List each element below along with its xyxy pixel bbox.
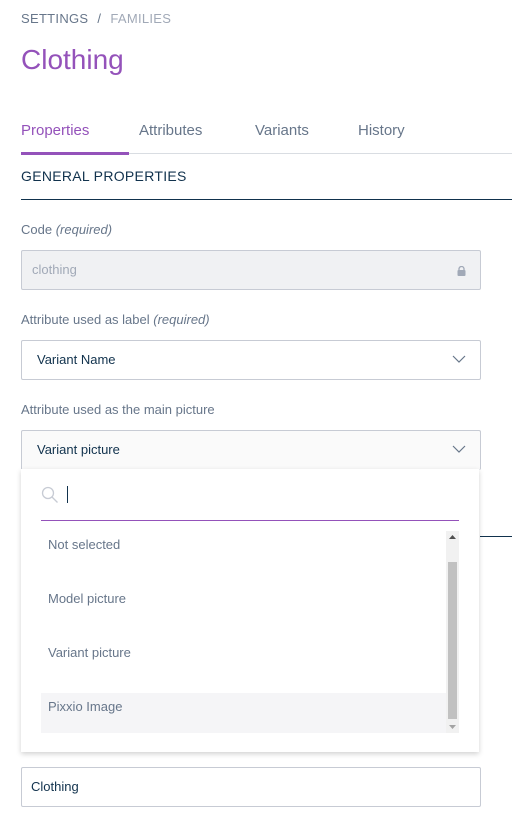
chevron-down-icon[interactable]: [452, 355, 466, 364]
options-list: Not selected Model picture Variant pictu…: [41, 531, 446, 733]
tab-history[interactable]: History: [358, 122, 405, 139]
scroll-up-arrow-icon[interactable]: [446, 531, 459, 544]
page-title: Clothing: [21, 44, 124, 75]
label-attribute-label: Attribute used as label (required): [21, 312, 210, 327]
tab-properties[interactable]: Properties: [21, 122, 89, 139]
code-required-tag: (required): [55, 222, 113, 237]
option-variant-picture[interactable]: Variant picture: [41, 639, 446, 693]
main-picture-label: Attribute used as the main picture: [21, 402, 215, 417]
section-title: GENERAL PROPERTIES: [21, 168, 187, 184]
search-icon: [41, 486, 58, 503]
tab-variants[interactable]: Variants: [255, 122, 309, 139]
bottom-text-field[interactable]: Clothing: [21, 767, 481, 807]
label-attribute-value: Variant Name: [37, 352, 116, 367]
scroll-thumb[interactable]: [448, 562, 457, 719]
tab-bar: Properties Attributes Variants History: [21, 113, 512, 155]
option-model-picture[interactable]: Model picture: [41, 585, 446, 639]
chevron-down-icon[interactable]: [452, 445, 466, 454]
label-attribute-select[interactable]: Variant Name: [21, 340, 481, 380]
code-label-text: Code: [21, 222, 53, 237]
code-label: Code (required): [21, 222, 112, 237]
tab-attributes[interactable]: Attributes: [139, 122, 202, 139]
section-divider: [21, 199, 512, 200]
lock-icon: [457, 266, 466, 276]
option-not-selected[interactable]: Not selected: [41, 531, 446, 585]
main-picture-value: Variant picture: [37, 442, 120, 457]
label-attribute-label-text: Attribute used as label: [21, 312, 150, 327]
breadcrumb-families[interactable]: FAMILIES: [110, 11, 171, 26]
options-scrollbar[interactable]: [446, 531, 459, 733]
text-caret: [67, 486, 68, 503]
breadcrumb: SETTINGS / FAMILIES: [21, 11, 171, 26]
search-underline: [41, 520, 459, 521]
label-attribute-required-tag: (required): [153, 312, 210, 327]
option-pixxio-image[interactable]: Pixxio Image: [41, 693, 446, 733]
bottom-field-value: Clothing: [31, 779, 79, 794]
picture-options-dropdown: Not selected Model picture Variant pictu…: [21, 469, 479, 752]
dropdown-search-input[interactable]: [65, 485, 395, 505]
breadcrumb-settings[interactable]: SETTINGS: [21, 11, 88, 26]
main-picture-select[interactable]: Variant picture: [21, 430, 481, 470]
scroll-down-arrow-icon[interactable]: [446, 720, 459, 733]
breadcrumb-separator: /: [97, 11, 102, 26]
obscured-section-divider: [480, 536, 512, 537]
active-tab-indicator: [21, 152, 129, 155]
code-value: clothing: [32, 262, 77, 277]
code-field[interactable]: clothing: [21, 250, 481, 290]
